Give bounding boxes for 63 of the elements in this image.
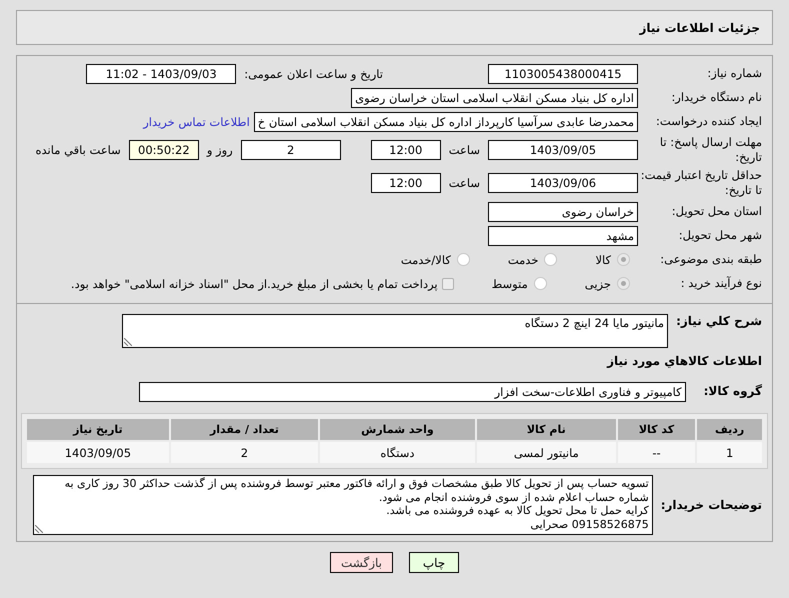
column-header: نام کالا [476,419,616,440]
field-label: شماره نیاز: [706,66,763,81]
field-label: توضیحات خریدار: [660,498,763,512]
table-cell: 2 [170,442,318,463]
option-label: خدمت [508,252,538,266]
field-label: ساعت [448,143,480,157]
buyer-notes-field[interactable]: تسویه حساب پس از تحویل کالا طبق مشخصات فوق و ارائه فاکتور معتبر توسط فروشنده پس از گذشت حداکثر 30 روز کاری به شماره حساب اعلام شده از سوی فروشنده انجام می شود. کرایه حمل تا محل تحویل کالا به عهده فروشنده می باشد. 09158526875 صحرایی [32,475,653,535]
radio-button[interactable] [617,277,630,290]
city-field[interactable]: مشهد [488,226,638,246]
field-label: شرح کلي نیاز: [676,314,763,329]
column-header: تعداد / مقدار [170,419,318,440]
option-label: کالا/خدمت [400,252,451,266]
radio-button[interactable] [534,277,547,290]
announce-date-field[interactable]: 1403/09/03 - 11:02 [86,64,236,84]
field-label: استان محل تحویل: [670,204,763,219]
radio-button[interactable] [617,253,630,266]
goods-group-field[interactable]: کامپیوتر و فناوری اطلاعات-سخت افزار [138,382,686,402]
buyer-org-field[interactable]: اداره کل بنیاد مسکن انقلاب اسلامی استان خراسان رضوی [351,88,638,108]
description-field[interactable]: مانیتور مایا 24 اینچ 2 دستگاه [122,314,668,348]
field-label: ساعت [448,176,480,190]
field-label: تاریخ و ساعت اعلان عمومی: [244,66,383,80]
table-cell: -- [618,442,696,463]
page-title: جزئیات اطلاعات نیاز [639,20,760,34]
field-label: طبقه بندی موضوعی: [659,252,763,267]
table-cell: 1 [697,442,762,463]
option-label: کالا [595,252,611,266]
table-cell: 1403/09/05 [27,442,169,463]
contact-link[interactable]: اطلاعات تماس خریدار [143,114,250,128]
column-header: کد کالا [618,419,696,440]
requester-field[interactable]: محمدرضا عابدی سرآسیا کارپرداز اداره کل بنیاد مسکن انقلاب اسلامی استان خ [254,112,638,132]
field-label: مهلت ارسال پاسخ: تا تاریخ: [658,135,763,165]
checkbox-label: پرداخت تمام یا بخشی از مبلغ خرید.از محل "اسناد خزانه اسلامی" خواهد بود. [70,276,438,290]
radio-button[interactable] [544,253,558,266]
print-button[interactable]: چاپ [409,552,459,573]
field-label: شهر محل تحویل: [678,228,763,243]
field-label: روز و [206,143,233,157]
table-cell: دستگاه [320,442,475,463]
field-label: ایجاد کننده درخواست: [655,114,763,129]
section-title: اطلاعات کالاهاي مورد نیاز [607,354,763,368]
province-field[interactable]: خراسان رضوی [488,202,638,222]
need-number-field[interactable]: 1103005438000415 [488,64,638,84]
column-header: واحد شمارش [320,419,475,440]
field-label: نوع فرآیند خرید : [680,276,763,291]
field-label: گروه کالا: [704,384,763,399]
option-label: متوسط [492,276,528,290]
column-header: تاریخ نیاز [27,419,169,440]
radio-button[interactable] [456,253,470,266]
option-label: جزیی [584,276,611,290]
date-field[interactable]: 1403/09/05 [488,140,638,160]
resize-handle-icon[interactable] [124,338,132,346]
field-label: ساعت باقي مانده [36,143,121,157]
field-label: نام دستگاه خریدار: [670,90,763,105]
days-field[interactable]: 2 [240,140,341,160]
table-cell: مانیتور لمسی [476,442,616,463]
back-button[interactable]: بازگشت [330,552,393,573]
column-header: ردیف [697,419,762,440]
checkbox[interactable] [442,278,454,290]
field-label: حداقل تاریخ اعتبار قیمت: تا تاریخ: [640,168,763,198]
resize-handle-icon[interactable] [34,525,43,533]
date-field[interactable]: 1403/09/06 [488,173,638,193]
time-field[interactable]: 12:00 [370,140,441,160]
time-field[interactable]: 12:00 [370,173,441,193]
remaining-time-field[interactable]: 00:50:22 [128,140,199,160]
